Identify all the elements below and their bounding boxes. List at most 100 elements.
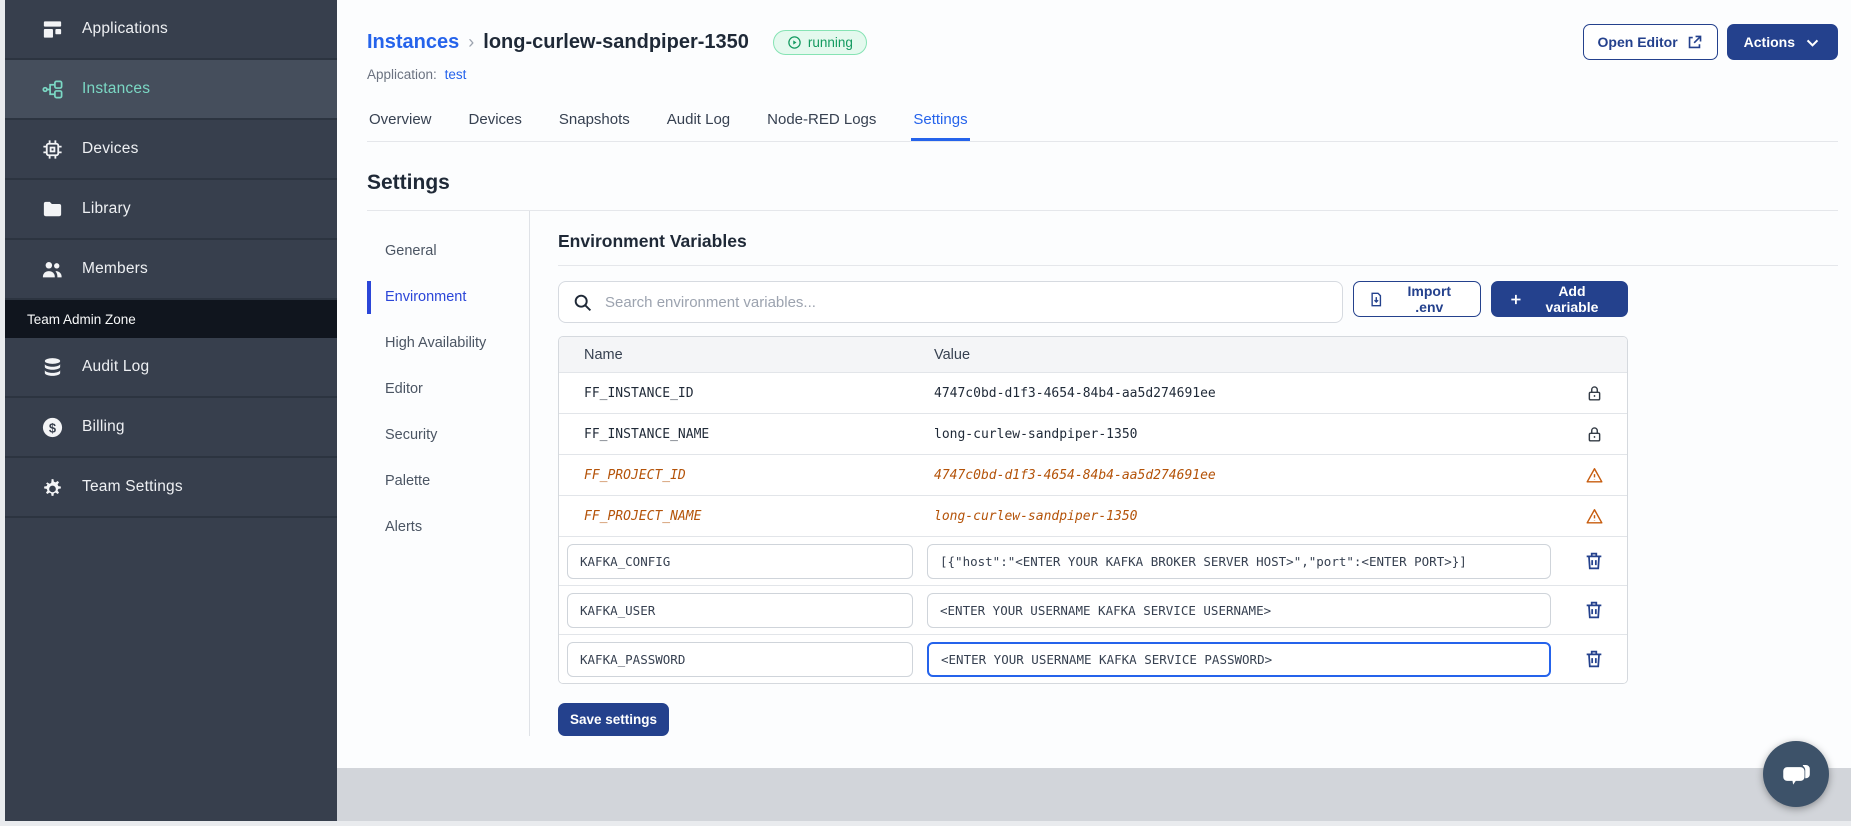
env-var-value: long-curlew-sandpiper-1350 xyxy=(934,426,1138,442)
section-title: Environment Variables xyxy=(558,231,1838,266)
library-icon xyxy=(41,198,64,221)
application-link[interactable]: test xyxy=(445,67,467,82)
tab-devices[interactable]: Devices xyxy=(467,102,524,141)
sidebar-item-members[interactable]: Members xyxy=(5,240,337,300)
delete-variable-button-kafka-password[interactable] xyxy=(1583,648,1605,670)
env-value-input-kafka-user[interactable] xyxy=(927,592,1551,628)
sidebar-item-applications[interactable]: Applications xyxy=(5,0,337,60)
external-link-icon xyxy=(1686,34,1703,51)
import-env-button[interactable]: Import .env xyxy=(1353,281,1482,317)
env-variables-table: Name Value FF_INSTANCE_ID 4747c0bd-d1f3-465… xyxy=(558,336,1628,684)
delete-variable-button-kafka-user[interactable] xyxy=(1583,599,1605,621)
save-settings-button[interactable]: Save settings xyxy=(558,703,670,736)
settings-subnav: General Environment High Availability Edito… xyxy=(367,211,530,736)
running-icon xyxy=(787,35,802,50)
row-action-cell xyxy=(1561,507,1627,526)
members-icon xyxy=(41,258,64,281)
search-icon xyxy=(572,292,593,313)
row-action-cell xyxy=(1561,599,1627,621)
sidebar-item-instances[interactable]: Instances xyxy=(5,60,337,120)
applications-icon xyxy=(41,18,64,41)
app-window: Applications Instances Devices Library Membe… xyxy=(5,0,1851,821)
env-name-input-kafka-config[interactable] xyxy=(567,543,913,579)
env-value-input-kafka-config[interactable] xyxy=(927,543,1551,579)
application-label: Application: xyxy=(367,67,437,82)
status-badge-label: running xyxy=(807,34,853,50)
instance-header: Instances › long-curlew-sandpiper-1350 r… xyxy=(367,24,1838,60)
env-var-name: FF_PROJECT_ID xyxy=(584,467,686,483)
chevron-down-icon xyxy=(1804,34,1821,51)
breadcrumb-instances-link[interactable]: Instances xyxy=(367,31,459,54)
actions-button[interactable]: Actions xyxy=(1726,24,1838,60)
audit-log-icon xyxy=(41,356,64,379)
warning-icon xyxy=(1585,507,1604,526)
env-table-row-kafka-user xyxy=(559,585,1627,634)
environment-section: Environment Variables Import .env xyxy=(530,211,1838,736)
row-action-cell xyxy=(1561,648,1627,670)
env-table-row-ff-project-name: FF_PROJECT_NAME long-curlew-sandpiper-135… xyxy=(559,495,1627,536)
sidebar-item-devices[interactable]: Devices xyxy=(5,120,337,180)
env-table-row-kafka-config xyxy=(559,536,1627,585)
settings-nav-palette[interactable]: Palette xyxy=(367,465,497,498)
sidebar-item-team-settings[interactable]: Team Settings xyxy=(5,458,337,518)
env-var-name: FF_INSTANCE_NAME xyxy=(584,426,710,442)
billing-icon: $ xyxy=(41,416,64,439)
lock-icon xyxy=(1585,384,1604,403)
tab-node-red-logs[interactable]: Node-RED Logs xyxy=(765,102,878,141)
env-name-input-kafka-password[interactable] xyxy=(567,641,913,677)
svg-text:$: $ xyxy=(49,420,56,435)
env-table-row-ff-instance-id: FF_INSTANCE_ID 4747c0bd-d1f3-4654-84b4-aa… xyxy=(559,372,1627,413)
sidebar-item-billing[interactable]: $ Billing xyxy=(5,398,337,458)
env-var-value: 4747c0bd-d1f3-4654-84b4-aa5d274691ee xyxy=(934,385,1216,401)
sidebar-item-label: Library xyxy=(82,200,131,217)
sidebar: Applications Instances Devices Library Membe… xyxy=(5,0,337,821)
footer-band xyxy=(337,768,1851,821)
settings-nav-security[interactable]: Security xyxy=(367,419,497,452)
add-variable-label: Add variable xyxy=(1545,283,1599,315)
plus-icon xyxy=(1508,291,1524,308)
chat-bubble-button[interactable] xyxy=(1763,741,1829,807)
search-box xyxy=(558,281,1343,323)
sidebar-item-label: Devices xyxy=(82,140,139,157)
settings-nav-general[interactable]: General xyxy=(367,235,497,268)
env-controls: Import .env Add variable xyxy=(558,281,1628,323)
environment-content: Import .env Add variable Name Value FF_INS… xyxy=(558,281,1628,736)
env-var-value: 4747c0bd-d1f3-4654-84b4-aa5d274691ee xyxy=(934,467,1216,483)
import-icon xyxy=(1368,291,1385,308)
trash-icon xyxy=(1583,648,1605,670)
delete-variable-button-kafka-config[interactable] xyxy=(1583,550,1605,572)
settings-body: General Environment High Availability Edito… xyxy=(367,211,1838,736)
status-badge: running xyxy=(772,29,867,55)
instances-icon xyxy=(41,78,64,101)
open-editor-button[interactable]: Open Editor xyxy=(1582,24,1718,60)
main-content: Instances › long-curlew-sandpiper-1350 r… xyxy=(337,0,1851,768)
sidebar-item-label: Audit Log xyxy=(82,358,150,375)
sidebar-item-label: Billing xyxy=(82,418,125,435)
chat-icon xyxy=(1779,757,1813,791)
add-variable-button[interactable]: Add variable xyxy=(1491,281,1628,317)
sidebar-item-label: Instances xyxy=(82,80,151,97)
column-header-value: Value xyxy=(934,346,971,363)
env-table-row-ff-project-id: FF_PROJECT_ID 4747c0bd-d1f3-4654-84b4-aa5… xyxy=(559,454,1627,495)
tab-audit-log[interactable]: Audit Log xyxy=(665,102,732,141)
sidebar-item-label: Members xyxy=(82,260,148,277)
table-header-row: Name Value xyxy=(559,337,1627,372)
settings-nav-environment[interactable]: Environment xyxy=(367,281,497,314)
env-name-input-kafka-user[interactable] xyxy=(567,592,913,628)
env-table-row-kafka-password xyxy=(559,634,1627,683)
tab-settings[interactable]: Settings xyxy=(911,102,970,141)
tab-snapshots[interactable]: Snapshots xyxy=(557,102,632,141)
trash-icon xyxy=(1583,599,1605,621)
settings-nav-editor[interactable]: Editor xyxy=(367,373,497,406)
settings-nav-alerts[interactable]: Alerts xyxy=(367,511,497,544)
search-input[interactable] xyxy=(559,282,1342,322)
tab-bar: Overview Devices Snapshots Audit Log Node-RE… xyxy=(367,102,1838,142)
instance-name: long-curlew-sandpiper-1350 xyxy=(483,30,749,53)
sidebar-item-audit-log[interactable]: Audit Log xyxy=(5,338,337,398)
env-value-input-kafka-password[interactable] xyxy=(927,641,1551,677)
row-action-cell xyxy=(1561,384,1627,403)
sidebar-item-library[interactable]: Library xyxy=(5,180,337,240)
tab-overview[interactable]: Overview xyxy=(367,102,434,141)
settings-nav-high-availability[interactable]: High Availability xyxy=(367,327,497,360)
open-editor-label: Open Editor xyxy=(1597,34,1678,50)
